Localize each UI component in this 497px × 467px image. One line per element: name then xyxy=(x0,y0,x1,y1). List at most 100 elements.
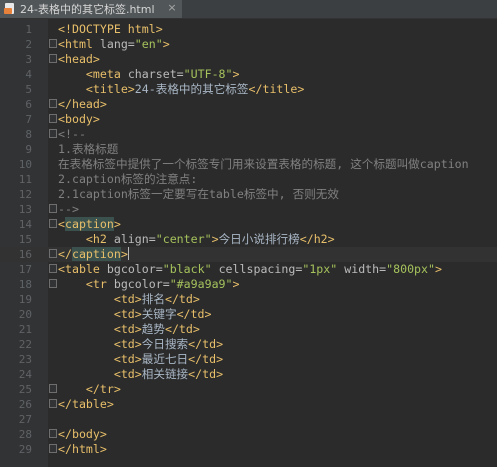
code-text: <html lang="en"> xyxy=(58,37,170,52)
line-number: 17 xyxy=(18,263,32,276)
code-line[interactable]: 10 在表格标签中提供了一个标签专门用来设置表格的标题, 这个标题叫做captio… xyxy=(0,157,497,172)
code-token: </td> xyxy=(164,292,200,306)
file-tab-title: 24-表格中的其它标签.html xyxy=(20,3,155,16)
fold-marker-icon[interactable] xyxy=(49,399,57,408)
fold-marker-icon[interactable] xyxy=(49,444,57,453)
code-line[interactable]: 18 <tr bgcolor="#a9a9a9"> xyxy=(0,277,497,292)
code-line[interactable]: 23 <td>最近七日</td> xyxy=(0,352,497,367)
fold-marker-icon[interactable] xyxy=(49,204,57,213)
code-token: <title> xyxy=(85,82,135,96)
line-number: 16 xyxy=(18,248,32,261)
code-token: </td> xyxy=(188,367,224,381)
code-token: <table xyxy=(58,262,107,276)
line-number: 23 xyxy=(18,353,32,366)
code-line[interactable]: 6 </head> xyxy=(0,97,497,112)
fold-marker-icon[interactable] xyxy=(49,384,57,393)
code-text: <head> xyxy=(58,52,100,67)
code-text: <!DOCTYPE html> xyxy=(58,22,163,37)
code-line[interactable]: 22 <td>今日搜索</td> xyxy=(0,337,497,352)
code-token: 2.caption标签的注意点: xyxy=(58,172,198,186)
code-token: </td> xyxy=(176,307,212,321)
line-number: 27 xyxy=(18,413,32,426)
code-token: charset= xyxy=(127,67,184,81)
code-text: <td>排名</td> xyxy=(58,292,200,307)
code-token: 排名 xyxy=(141,292,165,306)
fold-marker-icon[interactable] xyxy=(49,249,57,258)
line-number: 15 xyxy=(18,233,32,246)
fold-marker-icon[interactable] xyxy=(49,54,57,63)
code-line[interactable]: 13 --> xyxy=(0,202,497,217)
code-line[interactable]: 15 <h2 align="center">今日小说排行榜</h2> xyxy=(0,232,497,247)
code-line[interactable]: 9 1.表格标题 xyxy=(0,142,497,157)
code-line[interactable]: 16 </caption> xyxy=(0,247,497,262)
code-line[interactable]: 24 <td>相关链接</td> xyxy=(0,367,497,382)
code-token: "UTF-8" xyxy=(183,67,233,81)
code-token: lang= xyxy=(99,37,135,51)
code-token: 24-表格中的其它标签 xyxy=(134,82,249,96)
code-line[interactable]: 2 <html lang="en"> xyxy=(0,37,497,52)
code-line[interactable]: 7 <body> xyxy=(0,112,497,127)
file-tab[interactable]: 24-表格中的其它标签.html × xyxy=(0,0,182,18)
code-token: <td> xyxy=(113,367,142,381)
code-token: > xyxy=(232,67,240,81)
code-text: <h2 align="center">今日小说排行榜</h2> xyxy=(58,232,335,247)
line-number: 18 xyxy=(18,278,32,291)
code-text: <table bgcolor="black" cellspacing="1px"… xyxy=(58,262,442,277)
code-text: </html> xyxy=(58,442,107,457)
line-number: 2 xyxy=(25,38,32,51)
fold-marker-icon[interactable] xyxy=(49,99,57,108)
code-text: <!-- xyxy=(58,127,86,142)
fold-marker-icon[interactable] xyxy=(49,429,57,438)
code-line[interactable]: 11 2.caption标签的注意点: xyxy=(0,172,497,187)
html-file-icon xyxy=(4,3,16,15)
line-number: 24 xyxy=(18,368,32,381)
code-line[interactable]: 19 <td>排名</td> xyxy=(0,292,497,307)
fold-marker-icon[interactable] xyxy=(49,39,57,48)
code-line[interactable]: 1 <!DOCTYPE html> xyxy=(0,22,497,37)
fold-marker-icon[interactable] xyxy=(49,219,57,228)
code-token: </html> xyxy=(58,442,107,456)
code-token: 今日搜索 xyxy=(141,337,189,351)
fold-marker-icon[interactable] xyxy=(49,114,57,123)
code-line[interactable]: 21 <td>趋势</td> xyxy=(0,322,497,337)
line-number: 26 xyxy=(18,398,32,411)
code-line[interactable]: 27 xyxy=(0,412,497,427)
code-text: 2.1caption标签一定要写在table标签中, 否则无效 xyxy=(58,187,339,202)
code-line[interactable]: 14 <caption> xyxy=(0,217,497,232)
fold-marker-icon[interactable] xyxy=(49,264,57,273)
code-token: caption xyxy=(64,217,114,231)
code-token: </body> xyxy=(58,427,107,441)
code-line[interactable]: 5 <title>24-表格中的其它标签</title> xyxy=(0,82,497,97)
code-token: <!DOCTYPE html> xyxy=(58,22,163,36)
line-number: 7 xyxy=(25,113,32,126)
code-line[interactable]: 20 <td>关键字</td> xyxy=(0,307,497,322)
code-line[interactable]: 3 <head> xyxy=(0,52,497,67)
code-line[interactable]: 28 </body> xyxy=(0,427,497,442)
code-line[interactable]: 4 <meta charset="UTF-8"> xyxy=(0,67,497,82)
line-number: 14 xyxy=(18,218,32,231)
code-token: > xyxy=(162,37,170,51)
code-text: </caption> xyxy=(58,247,129,262)
fold-marker-icon[interactable] xyxy=(49,279,57,288)
code-line[interactable]: 17 <table bgcolor="black" cellspacing="1p… xyxy=(0,262,497,277)
code-text: --> xyxy=(58,202,79,217)
code-token: </td> xyxy=(164,322,200,336)
code-token: "800px" xyxy=(386,262,435,276)
fold-marker-icon[interactable] xyxy=(49,129,57,138)
code-line[interactable]: 12 2.1caption标签一定要写在table标签中, 否则无效 xyxy=(0,187,497,202)
code-editor[interactable]: 1 <!DOCTYPE html> 2 <html lang="en"> 3 <head>… xyxy=(0,19,497,467)
code-text: <td>今日搜索</td> xyxy=(58,337,223,352)
code-token: <body> xyxy=(58,112,100,126)
code-line[interactable]: 25 </tr> xyxy=(0,382,497,397)
close-tab-icon[interactable]: × xyxy=(166,2,178,14)
code-line[interactable]: 8 <!-- xyxy=(0,127,497,142)
code-line[interactable]: 26 </table> xyxy=(0,397,497,412)
code-token: </td> xyxy=(188,337,224,351)
code-token: 在表格标签中提供了一个标签专门用来设置表格的标题, 这个标题叫做caption xyxy=(58,157,469,171)
code-line[interactable]: 29 </html> xyxy=(0,442,497,457)
code-token: "center" xyxy=(155,232,212,246)
